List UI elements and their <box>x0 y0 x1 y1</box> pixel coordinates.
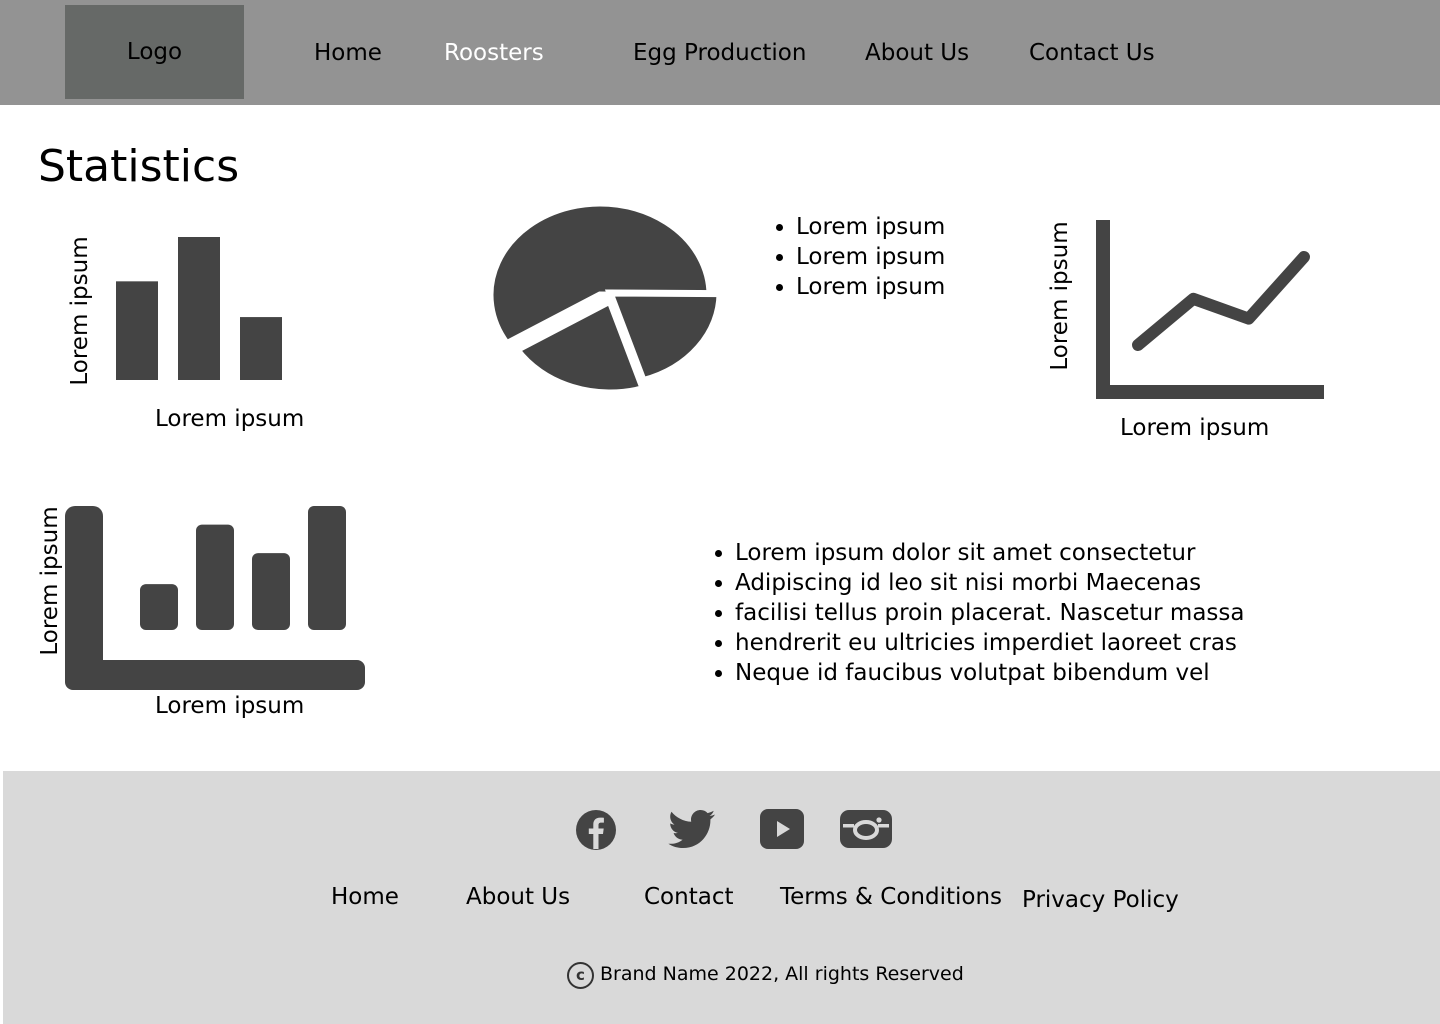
chart4-ylabel: Lorem ipsum <box>37 506 63 656</box>
footer-link-home[interactable]: Home <box>331 882 399 912</box>
bar-chart-2 <box>65 506 365 690</box>
nav-contact-us[interactable]: Contact Us <box>1029 36 1155 70</box>
line-chart <box>1096 220 1324 399</box>
page-title: Statistics <box>38 141 240 192</box>
pie-legend-item: Lorem ipsum <box>796 242 945 272</box>
pie-chart <box>490 200 720 395</box>
chart4-xlabel: Lorem ipsum <box>155 693 305 719</box>
footer-link-terms[interactable]: Terms & Conditions <box>780 882 1002 912</box>
chart4-bar <box>252 553 290 630</box>
details-item: Lorem ipsum dolor sit amet consectetur <box>735 538 1244 568</box>
instagram-icon[interactable] <box>840 810 892 848</box>
chart3-xlabel: Lorem ipsum <box>1120 415 1270 441</box>
details-item: facilisi tellus proin placerat. Nascetur… <box>735 598 1244 628</box>
line-series <box>1132 251 1310 351</box>
details-list: Lorem ipsum dolor sit amet consectetur A… <box>735 538 1244 688</box>
details-item: hendrerit eu ultricies imperdiet laoreet… <box>735 628 1244 658</box>
chart1-ylabel: Lorem ipsum <box>67 236 93 386</box>
chart1-xlabel: Lorem ipsum <box>155 406 305 432</box>
youtube-icon[interactable] <box>760 809 804 849</box>
chart1-bar <box>116 281 158 380</box>
chart4-x-axis <box>65 660 365 690</box>
footer-link-about-us[interactable]: About Us <box>466 882 570 912</box>
chart1-bar <box>240 317 282 380</box>
copyright-icon: c <box>567 962 594 989</box>
facebook-icon[interactable] <box>575 809 617 851</box>
chart4-bar <box>140 584 178 630</box>
nav-about-us[interactable]: About Us <box>865 36 969 70</box>
twitter-icon[interactable] <box>668 810 716 848</box>
bar-chart-1 <box>116 237 282 380</box>
details-item: Adipiscing id leo sit nisi morbi Maecena… <box>735 568 1244 598</box>
details-item: Neque id faucibus volutpat bibendum vel <box>735 658 1244 688</box>
nav-egg-production[interactable]: Egg Production <box>633 36 806 70</box>
nav-roosters[interactable]: Roosters <box>444 36 544 70</box>
chart4-bar <box>196 524 234 630</box>
chart1-bar <box>178 237 220 380</box>
pie-legend-item: Lorem ipsum <box>796 212 945 242</box>
chart3-ylabel: Lorem ipsum <box>1047 221 1073 371</box>
top-nav: Logo Home Roosters Egg Production About … <box>0 0 1440 105</box>
logo[interactable]: Logo <box>65 5 244 99</box>
footer-link-privacy[interactable]: Privacy Policy <box>1022 885 1179 915</box>
pie-legend-item: Lorem ipsum <box>796 272 945 302</box>
logo-text: Logo <box>126 39 183 65</box>
footer-link-contact[interactable]: Contact <box>644 882 733 912</box>
copyright-text: Brand Name 2022, All rights Reserved <box>600 963 964 985</box>
nav-home[interactable]: Home <box>314 36 382 70</box>
pie-legend: Lorem ipsum Lorem ipsum Lorem ipsum <box>796 212 945 302</box>
chart4-bar <box>308 506 346 630</box>
